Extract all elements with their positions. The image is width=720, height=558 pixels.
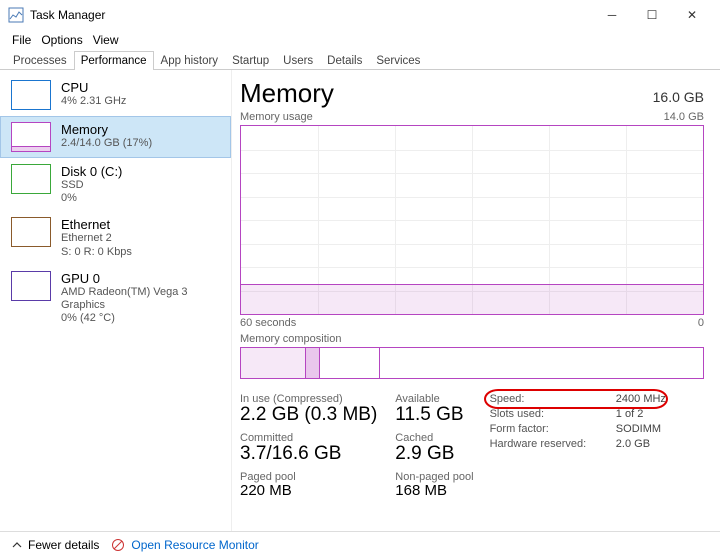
- speed-value: 2400 MHz: [616, 393, 680, 405]
- speed-label: Speed:: [490, 393, 600, 405]
- comp-standby: [320, 348, 380, 378]
- graph-top-labels: Memory usage 14.0 GB: [240, 111, 704, 123]
- sidebar-cpu-title: CPU: [61, 80, 126, 95]
- comp-modified: [306, 348, 320, 378]
- cpu-thumb: [11, 80, 51, 110]
- resource-monitor-icon: [111, 538, 125, 552]
- menubar: File Options View: [0, 30, 720, 50]
- paged-value: 220 MB: [240, 483, 377, 500]
- graph-fill: [241, 284, 703, 314]
- graph-xaxis-left: 60 seconds: [240, 317, 296, 329]
- window-titlebar: Task Manager ─ ☐ ✕: [0, 0, 720, 30]
- window-controls: ─ ☐ ✕: [592, 1, 712, 29]
- stats-right: Speed: 2400 MHz Slots used: 1 of 2 Form …: [490, 393, 680, 499]
- content-area: CPU 4% 2.31 GHz Memory 2.4/14.0 GB (17%)…: [0, 70, 720, 531]
- tab-app-history[interactable]: App history: [154, 51, 226, 70]
- open-resource-monitor-link[interactable]: Open Resource Monitor: [131, 538, 258, 552]
- graph-xaxis-right: 0: [698, 317, 704, 329]
- available-value: 11.5 GB: [395, 405, 473, 426]
- performance-sidebar: CPU 4% 2.31 GHz Memory 2.4/14.0 GB (17%)…: [0, 70, 232, 531]
- sidebar-eth-sub1: Ethernet 2: [61, 232, 132, 245]
- task-manager-icon: [8, 7, 24, 23]
- menu-view[interactable]: View: [89, 32, 123, 48]
- sidebar-item-ethernet[interactable]: Ethernet Ethernet 2 S: 0 R: 0 Kbps: [0, 211, 231, 264]
- sidebar-disk-sub2: 0%: [61, 192, 122, 205]
- fewer-details-link[interactable]: Fewer details: [28, 538, 99, 552]
- close-button[interactable]: ✕: [672, 1, 712, 29]
- tab-details[interactable]: Details: [320, 51, 369, 70]
- sidebar-item-disk[interactable]: Disk 0 (C:) SSD 0%: [0, 158, 231, 211]
- graph-bottom-labels: 60 seconds 0: [240, 317, 704, 329]
- tab-users[interactable]: Users: [276, 51, 320, 70]
- slots-value: 1 of 2: [616, 408, 680, 420]
- slots-label: Slots used:: [490, 408, 600, 420]
- reserved-value: 2.0 GB: [616, 438, 680, 450]
- graph-usage-max: 14.0 GB: [664, 111, 704, 123]
- sidebar-eth-title: Ethernet: [61, 217, 132, 232]
- sidebar-item-memory[interactable]: Memory 2.4/14.0 GB (17%): [0, 116, 231, 158]
- comp-free: [380, 348, 703, 378]
- graph-usage-label: Memory usage: [240, 111, 313, 123]
- gpu-thumb: [11, 271, 51, 301]
- sidebar-item-gpu[interactable]: GPU 0 AMD Radeon(TM) Vega 3 Graphics 0% …: [0, 265, 231, 332]
- form-label: Form factor:: [490, 423, 600, 435]
- comp-in-use: [241, 348, 306, 378]
- window-title: Task Manager: [30, 8, 105, 22]
- stats-area: In use (Compressed) 2.2 GB (0.3 MB) Avai…: [240, 393, 704, 499]
- reserved-label: Hardware reserved:: [490, 438, 600, 450]
- minimize-button[interactable]: ─: [592, 1, 632, 29]
- memory-usage-graph: [240, 125, 704, 315]
- in-use-value: 2.2 GB (0.3 MB): [240, 405, 377, 426]
- stats-left: In use (Compressed) 2.2 GB (0.3 MB) Avai…: [240, 393, 474, 499]
- disk-thumb: [11, 164, 51, 194]
- sidebar-item-cpu[interactable]: CPU 4% 2.31 GHz: [0, 74, 231, 116]
- tab-services[interactable]: Services: [369, 51, 427, 70]
- sidebar-memory-title: Memory: [61, 122, 152, 137]
- committed-value: 3.7/16.6 GB: [240, 444, 377, 465]
- maximize-button[interactable]: ☐: [632, 1, 672, 29]
- tab-startup[interactable]: Startup: [225, 51, 276, 70]
- footer-bar: Fewer details Open Resource Monitor: [0, 531, 720, 558]
- sidebar-gpu-title: GPU 0: [61, 271, 220, 286]
- main-panel: Memory 16.0 GB Memory usage 14.0 GB 60 s…: [232, 70, 720, 531]
- page-title: Memory: [240, 78, 334, 109]
- memory-thumb: [11, 122, 51, 152]
- sidebar-memory-sub: 2.4/14.0 GB (17%): [61, 137, 152, 150]
- sidebar-eth-sub2: S: 0 R: 0 Kbps: [61, 246, 132, 259]
- cached-value: 2.9 GB: [395, 444, 473, 465]
- memory-composition-bar: [240, 347, 704, 379]
- nonpaged-value: 168 MB: [395, 483, 473, 500]
- chevron-up-icon: [12, 540, 22, 550]
- sidebar-disk-title: Disk 0 (C:): [61, 164, 122, 179]
- composition-label: Memory composition: [240, 333, 704, 345]
- tab-strip: Processes Performance App history Startu…: [0, 50, 720, 70]
- tab-performance[interactable]: Performance: [74, 51, 154, 70]
- sidebar-cpu-sub: 4% 2.31 GHz: [61, 95, 126, 108]
- nonpaged-label: Non-paged pool: [395, 471, 473, 483]
- menu-file[interactable]: File: [8, 32, 35, 48]
- sidebar-gpu-sub2: 0% (42 °C): [61, 312, 220, 325]
- menu-options[interactable]: Options: [37, 32, 86, 48]
- sidebar-disk-sub1: SSD: [61, 179, 122, 192]
- tab-processes[interactable]: Processes: [6, 51, 74, 70]
- ethernet-thumb: [11, 217, 51, 247]
- form-value: SODIMM: [616, 423, 680, 435]
- paged-label: Paged pool: [240, 471, 377, 483]
- memory-total: 16.0 GB: [653, 89, 704, 105]
- sidebar-gpu-sub1: AMD Radeon(TM) Vega 3 Graphics: [61, 286, 220, 312]
- main-header: Memory 16.0 GB: [240, 78, 704, 109]
